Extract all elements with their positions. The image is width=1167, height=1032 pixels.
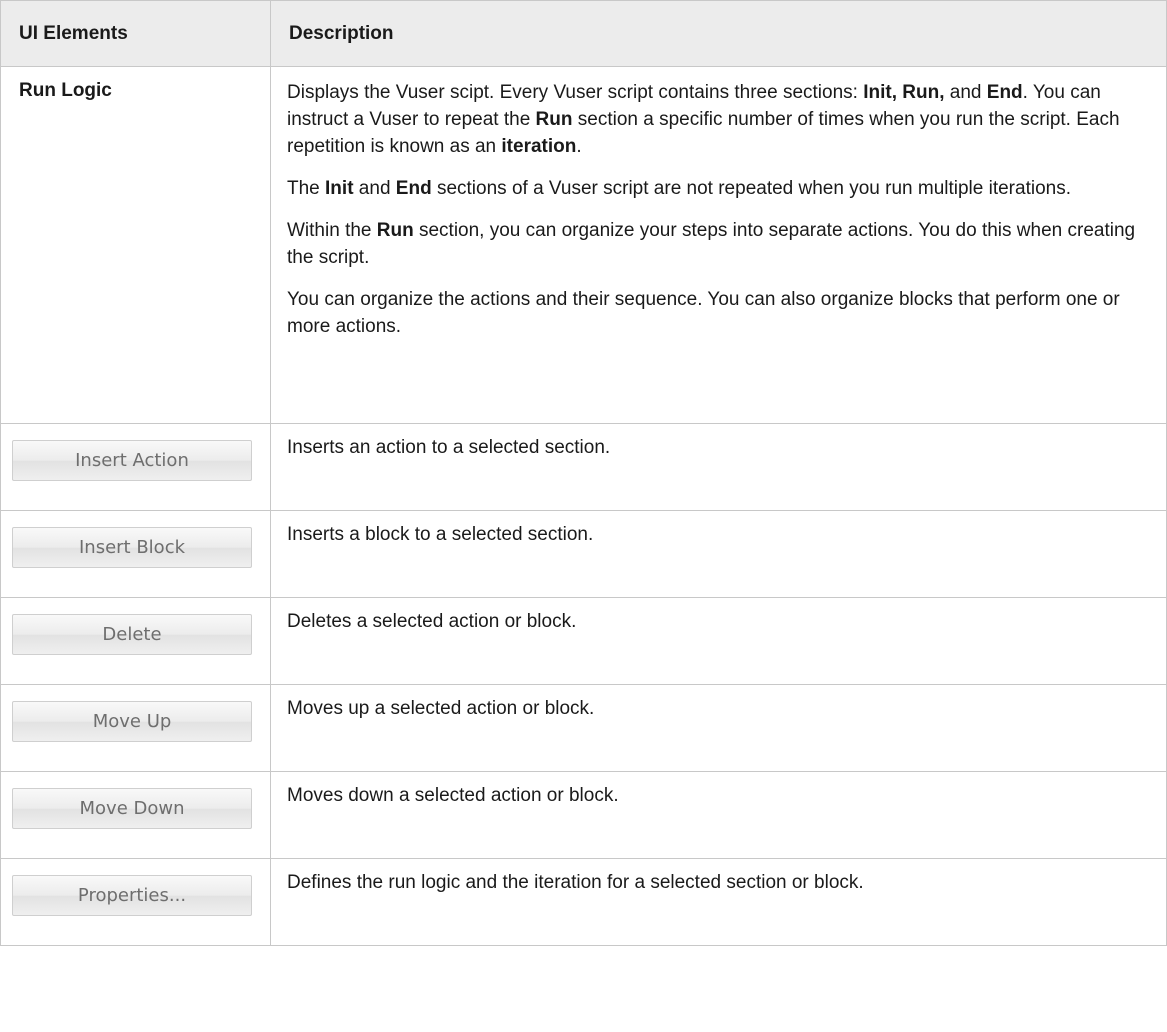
text-span: section, you can organize your steps int… xyxy=(287,220,1136,268)
move-up-button[interactable]: Move Up xyxy=(12,701,252,742)
insert-block-description: Inserts a block to a selected section. xyxy=(270,510,1167,598)
text-span: and xyxy=(353,178,396,199)
element-cell: Properties... xyxy=(0,858,271,946)
properties-button[interactable]: Properties... xyxy=(12,875,252,916)
text-span: sections of a Vuser script are not repea… xyxy=(431,178,1071,199)
bold-span: End xyxy=(395,178,432,199)
text-span: . xyxy=(576,136,582,157)
table-header-row: UI Elements Description xyxy=(0,0,1167,67)
insert-block-button[interactable]: Insert Block xyxy=(12,527,252,568)
run-logic-label: Run Logic xyxy=(0,66,271,424)
table-row-run-logic: Run Logic Displays the Vuser scipt. Ever… xyxy=(0,66,1167,424)
text-span: Displays the Vuser scipt. Every Vuser sc… xyxy=(287,82,864,103)
insert-action-description: Inserts an action to a selected section. xyxy=(270,423,1167,511)
properties-description: Defines the run logic and the iteration … xyxy=(270,858,1167,946)
run-logic-paragraph-2: The Init and End sections of a Vuser scr… xyxy=(287,175,1150,202)
run-logic-paragraph-3: Within the Run section, you can organize… xyxy=(287,217,1150,271)
run-logic-description: Displays the Vuser scipt. Every Vuser sc… xyxy=(270,66,1167,424)
move-down-description: Moves down a selected action or block. xyxy=(270,771,1167,859)
table-row: Insert Action Inserts an action to a sel… xyxy=(0,423,1167,511)
text-span: and xyxy=(944,82,987,103)
element-cell: Delete xyxy=(0,597,271,685)
text-span: The xyxy=(287,178,326,199)
element-cell: Move Down xyxy=(0,771,271,859)
element-cell: Insert Block xyxy=(0,510,271,598)
bold-span: Run, xyxy=(902,82,945,103)
table-row: Move Down Moves down a selected action o… xyxy=(0,771,1167,859)
bold-span: Init, xyxy=(863,82,897,103)
table-row: Properties... Defines the run logic and … xyxy=(0,858,1167,946)
table-row: Insert Block Inserts a block to a select… xyxy=(0,510,1167,598)
header-ui-elements: UI Elements xyxy=(0,0,271,67)
delete-description: Deletes a selected action or block. xyxy=(270,597,1167,685)
ui-elements-table: UI Elements Description Run Logic Displa… xyxy=(0,0,1167,946)
move-down-button[interactable]: Move Down xyxy=(12,788,252,829)
move-up-description: Moves up a selected action or block. xyxy=(270,684,1167,772)
bold-span: Init xyxy=(325,178,354,199)
bold-span: Run xyxy=(535,109,573,130)
header-description: Description xyxy=(270,0,1167,67)
insert-action-button[interactable]: Insert Action xyxy=(12,440,252,481)
bold-span: Run xyxy=(376,220,414,241)
element-cell: Insert Action xyxy=(0,423,271,511)
table-row: Delete Deletes a selected action or bloc… xyxy=(0,597,1167,685)
run-logic-paragraph-4: You can organize the actions and their s… xyxy=(287,289,1120,337)
bold-span: End xyxy=(986,82,1023,103)
run-logic-paragraph-1: Displays the Vuser scipt. Every Vuser sc… xyxy=(287,79,1150,160)
text-span: Within the xyxy=(287,220,377,241)
delete-button[interactable]: Delete xyxy=(12,614,252,655)
table-row: Move Up Moves up a selected action or bl… xyxy=(0,684,1167,772)
element-cell: Move Up xyxy=(0,684,271,772)
bold-span: iteration xyxy=(501,136,577,157)
